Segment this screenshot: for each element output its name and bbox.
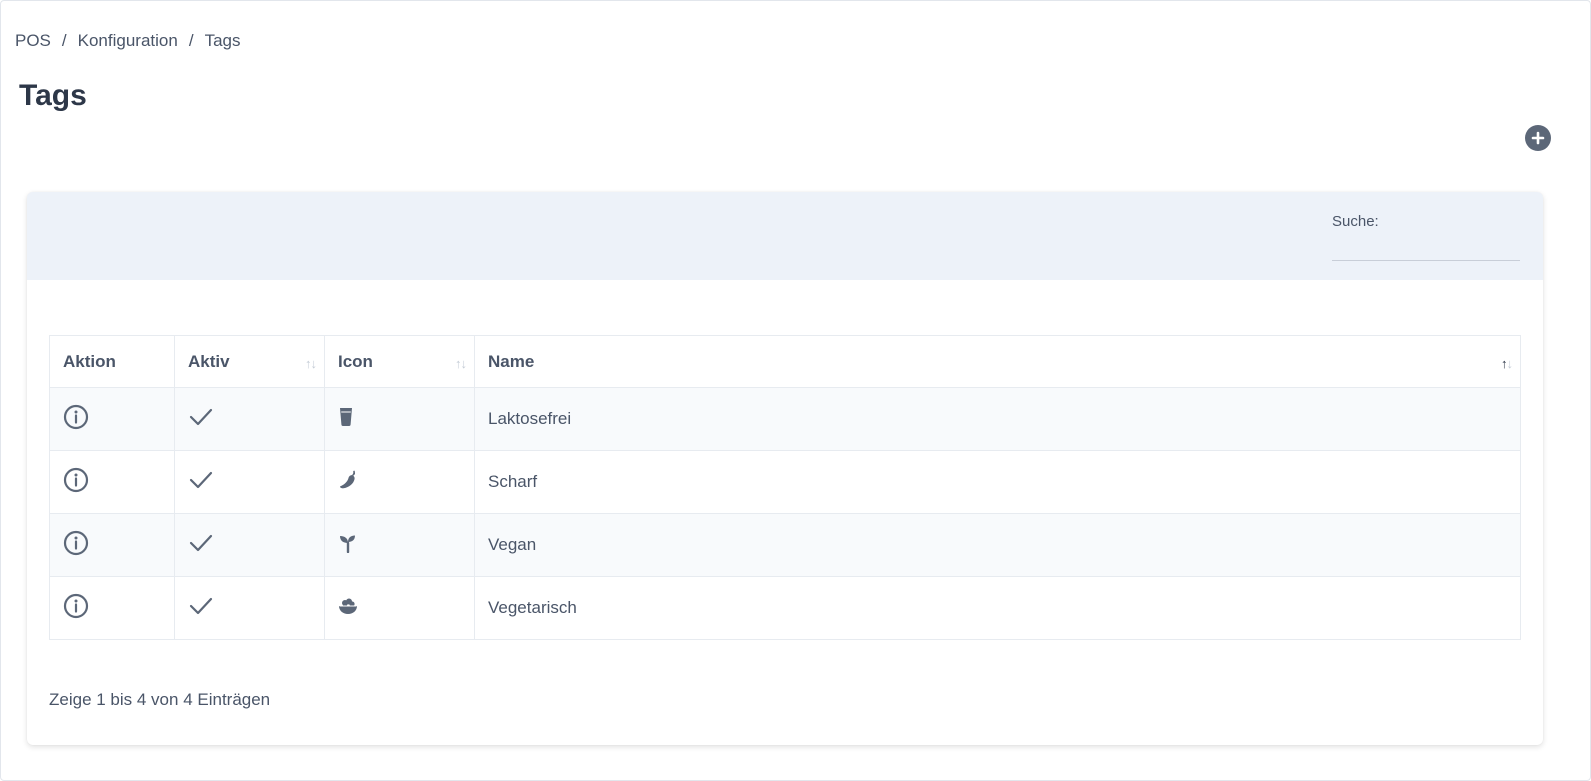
table-row: Vegetarisch [49,576,1521,640]
check-icon [188,406,214,428]
check-icon [188,595,214,617]
page-title: Tags [19,79,87,112]
cell-name: Scharf [474,450,1521,514]
table-row: Scharf [49,450,1521,514]
column-header-label: Aktion [63,351,116,371]
column-header-aktiv[interactable]: Aktiv ↑↓ [174,335,325,388]
info-icon[interactable] [63,404,89,430]
cell-name: Laktosefrei [474,387,1521,451]
tags-card: Suche: Aktion Aktiv ↑↓ Icon ↑↓ Name ↑↓ L… [27,192,1543,745]
cell-active [174,576,325,640]
breadcrumb-current: Tags [204,31,241,50]
seedling-icon [338,533,358,553]
check-icon [188,469,214,491]
table-info: Zeige 1 bis 4 von 4 Einträgen [49,690,271,709]
table-row: Vegan [49,513,1521,577]
column-header-icon[interactable]: Icon ↑↓ [324,335,475,388]
breadcrumb-pos[interactable]: POS [15,31,51,51]
card-header: Suche: [27,192,1543,280]
search-label: Suche: [1332,213,1379,230]
plus-icon [1531,131,1545,145]
tags-table: Aktion Aktiv ↑↓ Icon ↑↓ Name ↑↓ Laktosef… [49,335,1521,640]
column-header-aktion: Aktion [49,335,175,388]
breadcrumb-konfiguration[interactable]: Konfiguration [78,31,178,51]
sort-asc-icon[interactable]: ↑↓ [1501,356,1513,371]
table-header-row: Aktion Aktiv ↑↓ Icon ↑↓ Name ↑↓ [49,335,1521,388]
search-input-wrap [1332,234,1520,262]
cell-icon [324,387,475,451]
sort-icon[interactable]: ↑↓ [455,356,467,371]
cell-active [174,450,325,514]
page-frame: POS / Konfiguration / Tags Tags Suche: A… [0,0,1591,781]
add-tag-button[interactable] [1525,125,1551,151]
column-header-label: Icon [338,351,373,371]
cell-action [49,387,175,451]
cell-icon [324,513,475,577]
info-icon[interactable] [63,467,89,493]
breadcrumb-separator: / [61,31,67,50]
info-icon[interactable] [63,530,89,556]
info-icon[interactable] [63,593,89,619]
column-header-label: Name [488,351,535,371]
cell-name: Vegetarisch [474,576,1521,640]
cell-action [49,513,175,577]
cell-name: Vegan [474,513,1521,577]
search-input[interactable] [1332,234,1520,261]
sort-icon[interactable]: ↑↓ [305,356,317,371]
glass-icon [338,407,354,427]
cell-active [174,387,325,451]
breadcrumb: POS / Konfiguration / Tags [15,31,240,51]
breadcrumb-separator: / [188,31,194,50]
table-row: Laktosefrei [49,387,1521,451]
column-header-label: Aktiv [188,351,230,371]
cell-action [49,450,175,514]
pepper-icon [338,470,358,490]
cell-active [174,513,325,577]
cell-icon [324,450,475,514]
cell-icon [324,576,475,640]
check-icon [188,532,214,554]
column-header-name[interactable]: Name ↑↓ [474,335,1521,388]
salad-bowl-icon [338,596,358,616]
cell-action [49,576,175,640]
